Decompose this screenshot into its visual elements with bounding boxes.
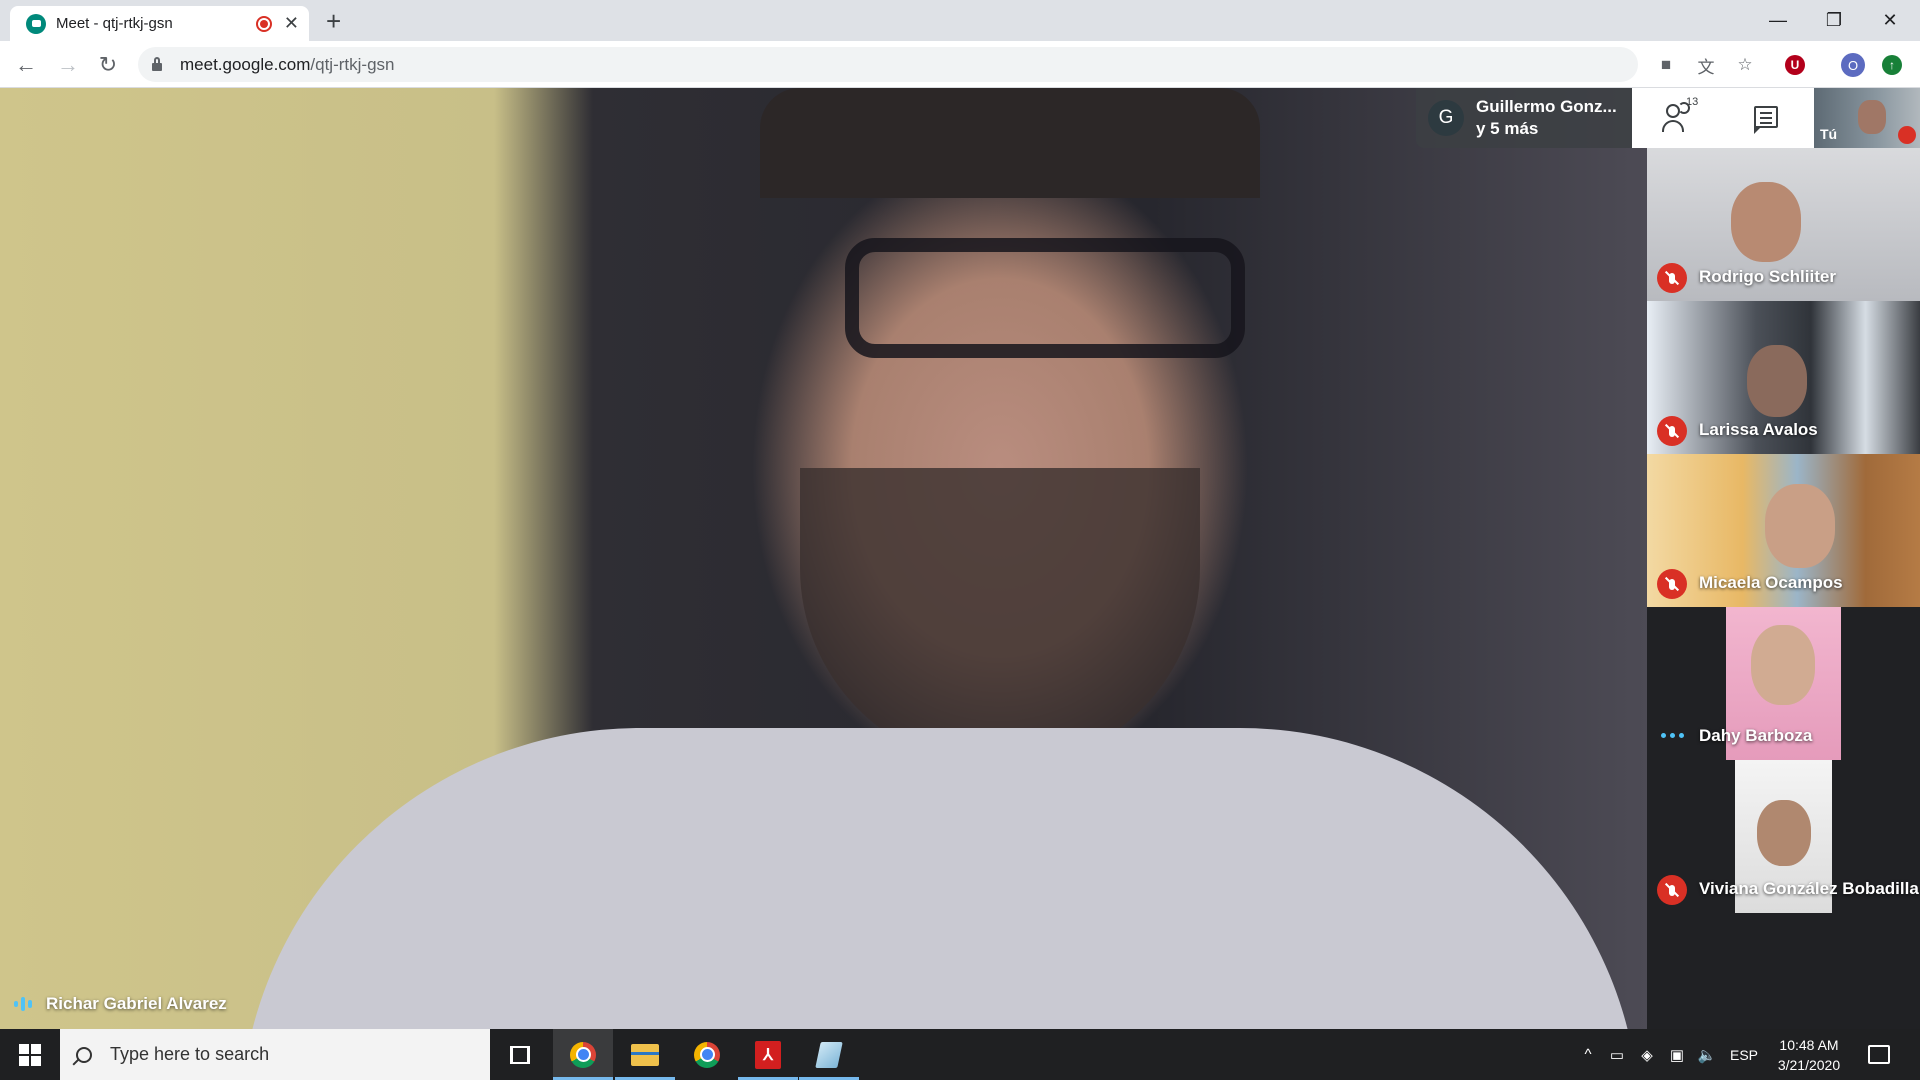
participants-button[interactable]: 13 — [1662, 96, 1702, 136]
acrobat-icon: ⅄ — [755, 1040, 781, 1069]
recording-indicator-icon — [255, 15, 272, 32]
chrome-icon — [694, 1041, 720, 1068]
presenter-chip-text: Guillermo Gonz... y 5 más — [1476, 96, 1617, 140]
main-speaker-name: Richar Gabriel Alvarez — [46, 994, 227, 1013]
meet-favicon-icon — [26, 13, 46, 34]
chat-icon[interactable] — [1754, 106, 1778, 134]
main-video[interactable] — [0, 88, 1647, 1029]
video-beard — [800, 468, 1200, 768]
url-domain: meet.google.com — [180, 54, 311, 74]
security-icon[interactable]: ◈ — [1634, 1029, 1660, 1080]
window-close-button[interactable]: ✕ — [1862, 0, 1918, 41]
people-icon-body — [1662, 120, 1684, 132]
network-icon[interactable]: ▣ — [1664, 1029, 1690, 1080]
tab-strip: Meet - qtj-rtkj-gsn ✕ + — ❐ ✕ — [0, 0, 1920, 41]
notes-app-icon — [815, 1041, 843, 1068]
reload-button[interactable]: ↻ — [88, 41, 128, 88]
windows-logo-icon — [19, 1043, 41, 1066]
mic-off-icon — [1657, 875, 1687, 905]
main-speaker-label: Richar Gabriel Alvarez — [14, 994, 227, 1014]
self-view[interactable]: Tú — [1814, 88, 1920, 148]
extension-icon[interactable]: U — [1785, 55, 1805, 75]
task-view-icon — [510, 1045, 530, 1064]
search-icon — [76, 1046, 92, 1063]
profile-avatar[interactable]: O — [1841, 53, 1865, 77]
camera-icon[interactable]: ■ — [1654, 53, 1678, 77]
minimize-button[interactable]: — — [1750, 0, 1806, 41]
clock-time: 10:48 AM — [1779, 1037, 1839, 1053]
taskbar-file-explorer[interactable] — [615, 1029, 675, 1080]
mic-off-icon — [1657, 416, 1687, 446]
video-shirt — [240, 728, 1640, 1029]
presenter-avatar: G — [1428, 100, 1464, 136]
tile-face — [1751, 625, 1815, 705]
tile-face — [1757, 800, 1811, 866]
taskbar-chrome-2[interactable] — [677, 1029, 737, 1080]
video-glasses — [845, 238, 1245, 358]
update-icon[interactable]: ↑ — [1882, 55, 1902, 75]
search-placeholder: Type here to search — [110, 1044, 270, 1064]
presenter-chip-line2: y 5 más — [1476, 119, 1539, 138]
participant-tile[interactable]: Dahy Barboza — [1647, 607, 1920, 760]
tab-title: Meet - qtj-rtkj-gsn — [56, 15, 173, 32]
mic-off-icon — [1657, 569, 1687, 599]
lock-icon — [152, 56, 162, 71]
back-button[interactable]: ← — [6, 41, 46, 88]
windows-taskbar: Type here to search ⅄ ^ ▭ ◈ ▣ 🔈 ESP 10:4… — [0, 1029, 1920, 1080]
translate-icon[interactable]: 文 — [1694, 53, 1718, 77]
tray-overflow-icon[interactable]: ^ — [1576, 1029, 1600, 1080]
participant-tile[interactable]: Rodrigo Schliiter — [1647, 148, 1920, 301]
participant-name: Dahy Barboza — [1699, 726, 1813, 745]
self-mic-off-icon — [1898, 126, 1916, 144]
audio-level-icon — [14, 997, 32, 1011]
tile-face — [1765, 484, 1835, 568]
address-bar[interactable]: meet.google.com/qtj-rtkj-gsn — [138, 47, 1638, 82]
self-label: Tú — [1820, 126, 1838, 142]
language-indicator[interactable]: ESP — [1724, 1029, 1764, 1080]
new-tab-button[interactable]: + — [326, 6, 341, 36]
taskbar-search[interactable]: Type here to search — [60, 1029, 490, 1080]
restore-button[interactable]: ❐ — [1806, 0, 1862, 41]
tab-meet[interactable]: Meet - qtj-rtkj-gsn ✕ — [10, 6, 309, 41]
participant-tile[interactable]: Micaela Ocampos — [1647, 454, 1920, 607]
bookmark-star-icon[interactable]: ☆ — [1733, 53, 1757, 77]
participant-tile[interactable]: Viviana González Bobadilla — [1647, 760, 1920, 913]
chrome-icon — [570, 1041, 596, 1068]
folder-icon — [631, 1043, 659, 1066]
participant-name: Viviana González Bobadilla — [1699, 879, 1919, 898]
participant-tile[interactable]: Larissa Avalos — [1647, 301, 1920, 454]
taskbar-acrobat[interactable]: ⅄ — [738, 1029, 798, 1080]
participant-name: Larissa Avalos — [1699, 420, 1818, 439]
taskbar-notes-app[interactable] — [799, 1029, 859, 1080]
presenter-chip-line1: Guillermo Gonz... — [1476, 97, 1617, 116]
participant-list: Rodrigo Schliiter Larissa Avalos Micaela… — [1647, 148, 1920, 1029]
volume-icon[interactable]: 🔈 — [1694, 1029, 1720, 1080]
forward-button[interactable]: → — [48, 41, 88, 88]
participant-name: Rodrigo Schliiter — [1699, 267, 1836, 286]
presenter-chip[interactable]: G Guillermo Gonz... y 5 más — [1416, 88, 1632, 148]
tab-close-icon[interactable]: ✕ — [284, 13, 299, 34]
taskbar-chrome[interactable] — [553, 1029, 613, 1080]
participant-count: 13 — [1686, 96, 1699, 108]
browser-toolbar: ← → ↻ meet.google.com/qtj-rtkj-gsn — [0, 41, 1920, 88]
battery-icon[interactable]: ▭ — [1604, 1029, 1630, 1080]
tile-face — [1731, 182, 1801, 262]
taskbar-clock[interactable]: 10:48 AM 3/21/2020 — [1764, 1035, 1854, 1075]
self-face — [1858, 100, 1886, 134]
task-view-button[interactable] — [490, 1029, 550, 1080]
notification-center-icon[interactable] — [1868, 1045, 1890, 1064]
video-hair — [760, 88, 1260, 198]
participant-name: Micaela Ocampos — [1699, 573, 1843, 592]
start-button[interactable] — [0, 1029, 60, 1080]
clock-date: 3/21/2020 — [1777, 1057, 1841, 1073]
speaking-dots-icon — [1661, 733, 1684, 738]
url-text: meet.google.com/qtj-rtkj-gsn — [180, 55, 394, 75]
tile-face — [1747, 345, 1807, 417]
meet-top-bar — [1632, 88, 1814, 148]
url-path: /qtj-rtkj-gsn — [310, 54, 395, 74]
mic-off-icon — [1657, 263, 1687, 293]
